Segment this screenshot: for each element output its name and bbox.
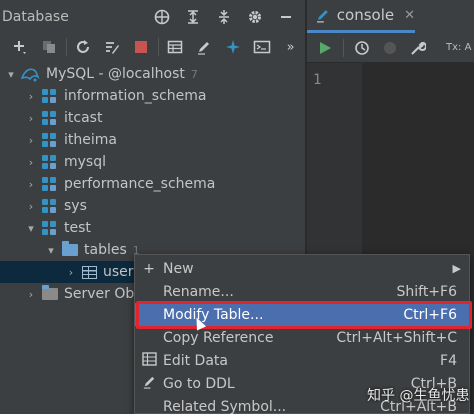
wrench-icon[interactable] [406, 37, 430, 59]
chevron-down-icon[interactable]: ▾ [44, 244, 58, 257]
pencil-icon[interactable] [189, 35, 218, 59]
schema-label: itcast [64, 110, 103, 126]
schema-icon [42, 110, 59, 126]
chevron-right-icon[interactable]: › [64, 266, 78, 279]
tree-item-schema[interactable]: › itheima [0, 129, 306, 151]
tree-root-label: MySQL - @localhost [46, 66, 185, 82]
menu-item-new[interactable]: + New ▶ [135, 257, 469, 280]
toolbar-separator [157, 38, 159, 56]
menu-item-rename[interactable]: Rename... Shift+F6 [135, 280, 469, 303]
schema-icon [42, 198, 59, 214]
more-chevron-icon[interactable]: » [276, 35, 305, 59]
menu-item-shortcut: Ctrl+F6 [403, 306, 457, 323]
database-panel-header: Database [0, 0, 305, 33]
table-icon[interactable] [160, 35, 189, 59]
tree-item-schema[interactable]: › mysql [0, 151, 306, 173]
schema-icon [42, 88, 59, 104]
chevron-down-icon[interactable]: ▾ [4, 68, 18, 81]
duplicate-icon[interactable] [35, 35, 64, 59]
tree-root-count: 7 [190, 67, 198, 81]
run-icon[interactable] [313, 37, 337, 59]
submenu-arrow-icon: ▶ [452, 262, 461, 275]
schema-icon [42, 220, 59, 236]
schema-label: test [64, 220, 91, 236]
schema-icon [42, 132, 59, 148]
watermark: 知乎 @生鱼忧患 [367, 388, 470, 404]
chevron-down-icon[interactable]: ▾ [24, 222, 38, 235]
menu-item-shortcut: F4 [440, 352, 457, 369]
folder-icon [42, 285, 58, 300]
menu-item-shortcut: Shift+F6 [396, 283, 457, 300]
tree-item-schema-test[interactable]: ▾ test [0, 217, 306, 239]
folder-icon [62, 241, 78, 256]
gear-icon[interactable] [239, 5, 270, 29]
collapse-all-icon[interactable] [208, 5, 239, 29]
menu-item-label: Edit Data [163, 352, 228, 369]
menu-item-label: Rename... [163, 283, 234, 300]
editor-toolbar: Tx: A [307, 33, 474, 63]
table-icon [82, 265, 97, 279]
schema-label: sys [64, 198, 87, 214]
tree-root-mysql[interactable]: ▾ MySQL - @localhost 7 [0, 63, 306, 85]
expand-all-icon[interactable] [177, 5, 208, 29]
menu-item-shortcut: Ctrl+Alt+Shift+C [336, 329, 457, 346]
menu-item-label: Related Symbol... [163, 398, 287, 414]
table-label: user [103, 264, 134, 280]
chevron-right-icon[interactable]: › [24, 112, 38, 125]
stop-icon[interactable] [127, 35, 156, 59]
grid-icon [135, 351, 163, 370]
record-icon[interactable] [378, 37, 402, 59]
menu-item-copy-reference[interactable]: Copy Reference Ctrl+Alt+Shift+C [135, 326, 469, 349]
menu-item-label: New [163, 260, 194, 277]
menu-item-modify-table[interactable]: Modify Table... Ctrl+F6 [135, 303, 469, 326]
mysql-dolphin-icon [20, 68, 40, 82]
toolbar-separator [65, 38, 67, 56]
line-number: 1 [313, 72, 322, 88]
database-toolbar: » [0, 33, 305, 61]
tab-console-label: console [336, 6, 395, 24]
database-panel-title: Database [2, 8, 69, 25]
minimize-icon[interactable] [270, 5, 301, 29]
tree-item-schema[interactable]: › itcast [0, 107, 306, 129]
tree-item-schema[interactable]: › performance_schema [0, 173, 306, 195]
add-icon[interactable] [6, 35, 35, 59]
editor-tab-bar: console ✕ [307, 0, 474, 33]
schema-label: itheima [64, 132, 117, 148]
globe-icon[interactable] [146, 5, 177, 29]
tab-console[interactable]: console ✕ [307, 0, 415, 33]
refresh-icon[interactable] [69, 35, 98, 59]
schema-edit-icon[interactable] [98, 35, 127, 59]
plus-icon: + [143, 260, 155, 277]
menu-item-label: Copy Reference [163, 329, 274, 346]
schema-icon [42, 154, 59, 170]
chevron-right-icon[interactable]: › [24, 178, 38, 191]
tree-item-schema[interactable]: › information_schema [0, 85, 306, 107]
header-icons [146, 5, 301, 29]
schema-label: performance_schema [64, 176, 216, 192]
tables-folder-label: tables [84, 242, 127, 258]
menu-item-edit-data[interactable]: Edit Data F4 [135, 349, 469, 372]
close-icon[interactable]: ✕ [404, 8, 415, 23]
tx-mode-label[interactable]: Tx: A [446, 42, 471, 53]
schema-label: information_schema [64, 88, 207, 104]
jump-to-icon[interactable] [218, 35, 247, 59]
toolbar-separator [343, 38, 344, 57]
schema-icon [42, 176, 59, 192]
chevron-right-icon[interactable]: › [24, 288, 38, 301]
chevron-right-icon[interactable]: › [24, 156, 38, 169]
server-objects-label: Server Obj [64, 286, 139, 302]
chevron-right-icon[interactable]: › [24, 134, 38, 147]
console-icon[interactable] [247, 35, 276, 59]
pencil-icon [135, 374, 163, 393]
chevron-right-icon[interactable]: › [24, 90, 38, 103]
chevron-right-icon[interactable]: › [24, 200, 38, 213]
schema-label: mysql [64, 154, 106, 170]
console-tab-icon [316, 10, 328, 23]
history-clock-icon[interactable] [350, 37, 374, 59]
tree-item-schema[interactable]: › sys [0, 195, 306, 217]
